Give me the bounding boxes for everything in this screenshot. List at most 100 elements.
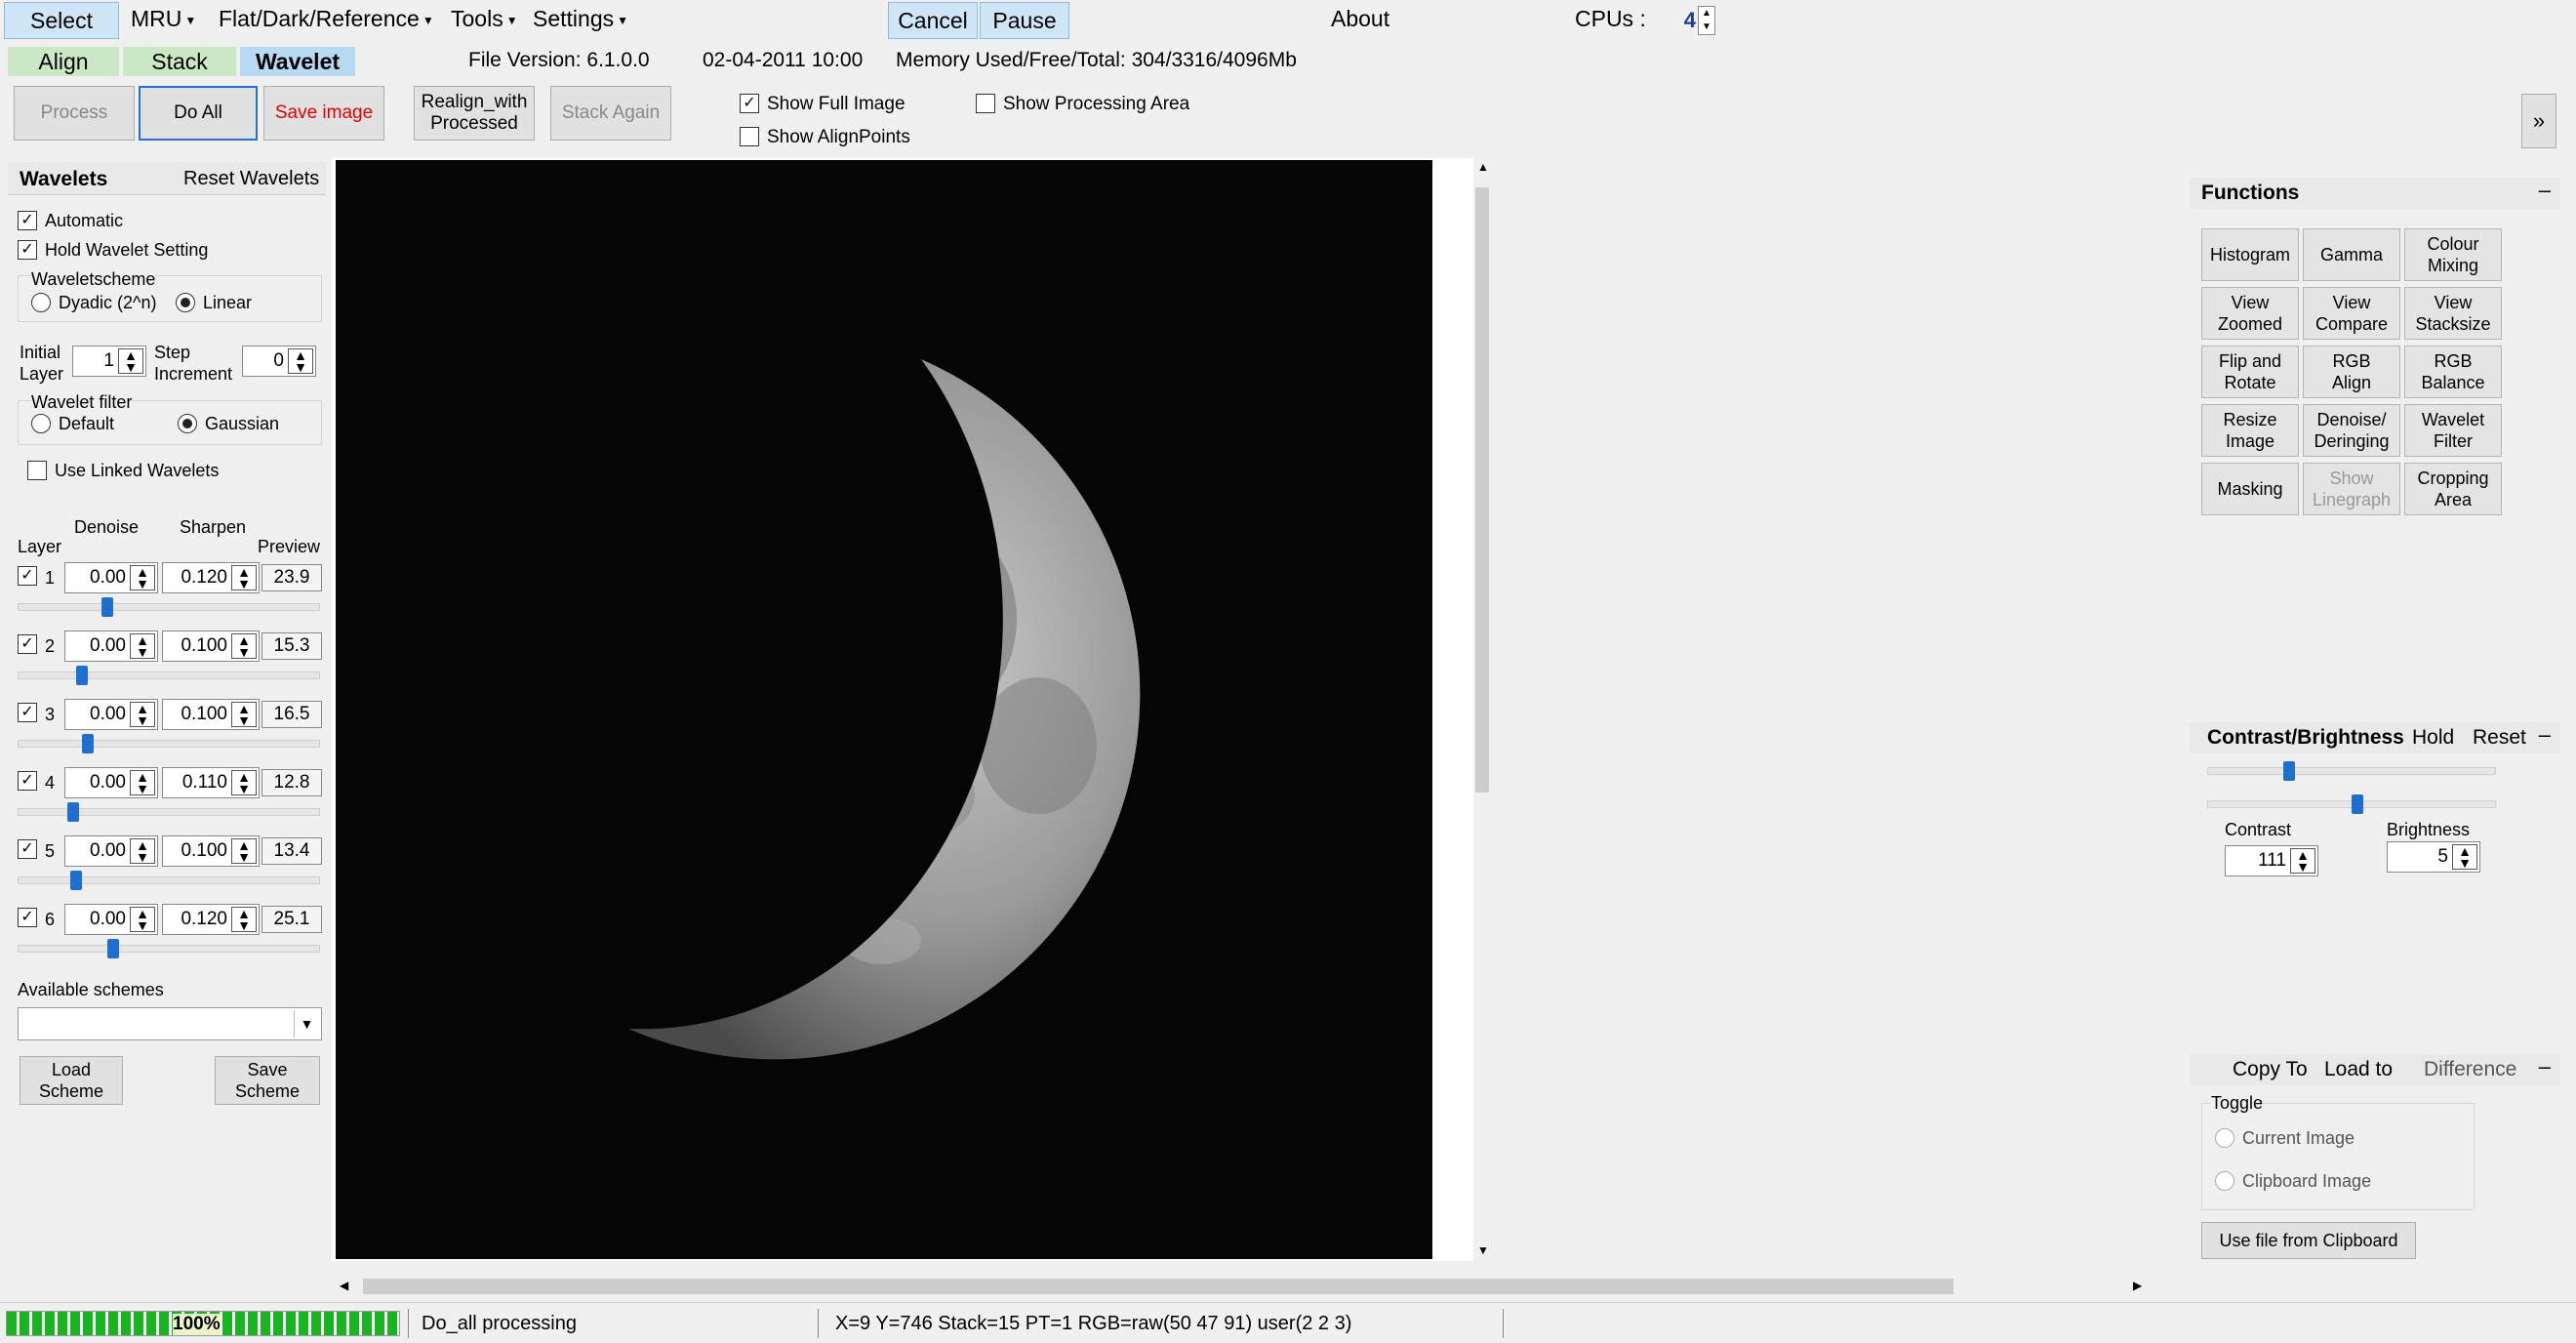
layer-enable-checkbox[interactable]: ✓ — [18, 566, 37, 586]
expand-panel-button[interactable]: » — [2521, 94, 2556, 148]
horizontal-scroll-thumb[interactable] — [363, 1279, 1953, 1294]
contrast-spinner[interactable]: 111 ▲ ▼ — [2225, 845, 2318, 876]
spin-arrows-icon[interactable]: ▲ ▼ — [130, 633, 155, 659]
layer-slider-thumb[interactable] — [76, 666, 88, 685]
spin-arrows-icon[interactable]: ▲ ▼ — [130, 565, 155, 590]
process-button[interactable]: Process — [14, 86, 135, 141]
collapse-icon[interactable]: – — [2539, 1054, 2551, 1079]
pause-button[interactable]: Pause — [980, 2, 1069, 39]
automatic-checkbox[interactable]: ✓ — [18, 211, 37, 230]
denoise-spinner[interactable]: 0.00 ▲ ▼ — [64, 835, 158, 867]
use-linked-wavelets-checkbox[interactable] — [27, 461, 47, 480]
denoise-spinner[interactable]: 0.00 ▲ ▼ — [64, 562, 158, 593]
collapse-icon[interactable]: – — [2539, 178, 2551, 203]
horizontal-scrollbar[interactable]: ◀ ▶ — [336, 1273, 2151, 1300]
collapse-icon[interactable]: – — [2539, 722, 2551, 748]
spin-arrows-icon[interactable]: ▲ ▼ — [231, 838, 257, 864]
spin-arrows-icon[interactable]: ▲ ▼ — [2452, 844, 2477, 870]
use-file-from-clipboard-button[interactable]: Use file from Clipboard — [2201, 1222, 2416, 1259]
sharpen-value[interactable]: 0.120 — [181, 567, 227, 589]
view-compare-button[interactable]: View Compare — [2303, 287, 2400, 340]
sharpen-value[interactable]: 0.100 — [181, 840, 227, 862]
denoise-value[interactable]: 0.00 — [90, 567, 126, 589]
layer-sharpen-slider[interactable] — [18, 945, 320, 953]
contrast-value[interactable]: 111 — [2258, 850, 2286, 872]
layer-enable-checkbox[interactable]: ✓ — [18, 703, 37, 722]
brightness-slider-thumb[interactable] — [2352, 794, 2363, 814]
schemes-dropdown[interactable]: ▼ — [18, 1007, 322, 1040]
spin-arrows-icon[interactable]: ▲ ▼ — [2290, 848, 2315, 874]
spin-arrows-icon[interactable]: ▲ ▼ — [1698, 6, 1715, 35]
select-button[interactable]: Select — [4, 2, 119, 39]
vertical-scroll-thumb[interactable] — [1475, 187, 1489, 793]
layer-sharpen-slider[interactable] — [18, 603, 320, 611]
about-menu[interactable]: About — [1331, 6, 1389, 32]
contrast-slider[interactable] — [2207, 767, 2496, 775]
moon-image[interactable] — [336, 160, 1432, 1259]
filter-default-radio[interactable] — [31, 414, 51, 433]
sharpen-value[interactable]: 0.120 — [181, 909, 227, 930]
step-increment-value[interactable]: 0 — [273, 350, 284, 372]
vertical-scrollbar[interactable]: ▲ ▼ — [1473, 158, 1491, 1261]
cropping-area-button[interactable]: Cropping Area — [2404, 463, 2502, 515]
hold-button[interactable]: Hold — [2412, 726, 2454, 750]
sharpen-spinner[interactable]: 0.100 ▲ ▼ — [162, 699, 260, 730]
save-scheme-button[interactable]: Save Scheme — [215, 1056, 320, 1105]
linear-radio[interactable] — [176, 293, 195, 312]
sharpen-value[interactable]: 0.100 — [181, 635, 227, 657]
layer-slider-thumb[interactable] — [67, 802, 79, 822]
chevron-down-icon[interactable]: ▼ — [1477, 1243, 1489, 1257]
preview-value[interactable]: 15.3 — [262, 632, 322, 660]
view-zoomed-button[interactable]: View Zoomed — [2201, 287, 2299, 340]
step-increment-spinner[interactable]: 0 ▲ ▼ — [242, 346, 316, 377]
denoise-value[interactable]: 0.00 — [90, 909, 126, 930]
denoise-value[interactable]: 0.00 — [90, 704, 126, 725]
tab-align[interactable]: Align — [8, 47, 119, 76]
show-linegraph-button[interactable]: Show Linegraph — [2303, 463, 2400, 515]
layer-enable-checkbox[interactable]: ✓ — [18, 839, 37, 859]
load-scheme-button[interactable]: Load Scheme — [20, 1056, 123, 1105]
spin-arrows-icon[interactable]: ▲ ▼ — [130, 770, 155, 795]
settings-menu[interactable]: Settings ▼ — [533, 6, 628, 32]
chevron-right-icon[interactable]: ▶ — [2133, 1279, 2142, 1292]
show-alignpoints-checkbox[interactable] — [740, 127, 759, 146]
tab-wavelet[interactable]: Wavelet — [240, 47, 355, 76]
spin-arrows-icon[interactable]: ▲ ▼ — [231, 770, 257, 795]
tools-menu[interactable]: Tools ▼ — [451, 6, 518, 32]
spin-arrows-icon[interactable]: ▲ ▼ — [130, 838, 155, 864]
filter-gaussian-radio[interactable] — [178, 414, 197, 433]
layer-slider-thumb[interactable] — [70, 871, 82, 890]
colour-mixing-button[interactable]: Colour Mixing — [2404, 228, 2502, 281]
cpus-spinner[interactable]: 4 ▲ ▼ — [1669, 4, 1715, 37]
sharpen-spinner[interactable]: 0.100 ▲ ▼ — [162, 835, 260, 867]
chevron-left-icon[interactable]: ◀ — [340, 1279, 348, 1292]
sharpen-value[interactable]: 0.100 — [181, 704, 227, 725]
tab-stack[interactable]: Stack — [123, 47, 236, 76]
brightness-spinner[interactable]: 5 ▲ ▼ — [2387, 841, 2480, 873]
denoise-spinner[interactable]: 0.00 ▲ ▼ — [64, 767, 158, 798]
initial-layer-spinner[interactable]: 1 ▲ ▼ — [72, 346, 146, 377]
denoise-spinner[interactable]: 0.00 ▲ ▼ — [64, 631, 158, 662]
sharpen-value[interactable]: 0.110 — [182, 772, 227, 794]
denoise-deringing-button[interactable]: Denoise/Deringing — [2303, 404, 2400, 457]
brightness-value[interactable]: 5 — [2437, 846, 2448, 868]
clipboard-image-radio[interactable] — [2215, 1171, 2234, 1191]
spin-arrows-icon[interactable]: ▲ ▼ — [130, 907, 155, 932]
flip-and-rotate-button[interactable]: Flip and Rotate — [2201, 346, 2299, 398]
dyadic-radio[interactable] — [31, 293, 51, 312]
rgb-balance-button[interactable]: RGB Balance — [2404, 346, 2502, 398]
gamma-button[interactable]: Gamma — [2303, 228, 2400, 281]
initial-layer-value[interactable]: 1 — [103, 350, 114, 372]
stack-again-button[interactable]: Stack Again — [550, 86, 671, 141]
show-full-image-checkbox[interactable]: ✓ — [740, 94, 759, 113]
save-image-button[interactable]: Save image — [263, 86, 384, 141]
show-processing-area-checkbox[interactable] — [976, 94, 995, 113]
cancel-button[interactable]: Cancel — [888, 2, 978, 39]
spin-arrows-icon[interactable]: ▲ ▼ — [231, 565, 257, 590]
layer-sharpen-slider[interactable] — [18, 672, 320, 679]
spin-arrows-icon[interactable]: ▲ ▼ — [231, 702, 257, 727]
sharpen-spinner[interactable]: 0.120 ▲ ▼ — [162, 562, 260, 593]
layer-sharpen-slider[interactable] — [18, 808, 320, 816]
chevron-down-icon[interactable]: ▼ — [294, 1010, 319, 1038]
preview-value[interactable]: 16.5 — [262, 701, 322, 728]
